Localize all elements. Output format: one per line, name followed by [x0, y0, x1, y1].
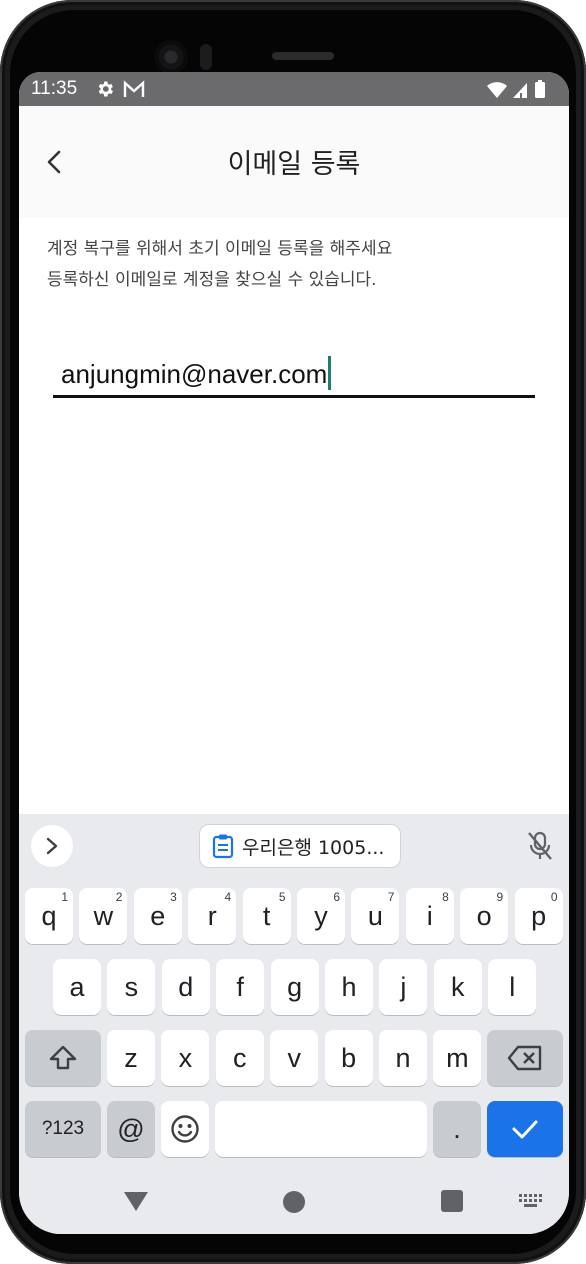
key-y[interactable]: y6	[297, 888, 345, 944]
key-label: p	[531, 900, 547, 931]
chevron-right-icon	[46, 837, 58, 855]
keyboard-expand-button[interactable]	[31, 825, 73, 867]
mic-off-button[interactable]	[525, 830, 555, 862]
key-l[interactable]: l	[488, 959, 537, 1015]
key-k[interactable]: k	[433, 959, 482, 1015]
key-hint: 7	[387, 890, 395, 904]
key-hint: 9	[496, 890, 504, 904]
shift-icon	[49, 1045, 77, 1070]
wifi-icon	[487, 82, 507, 98]
key-o[interactable]: o9	[460, 888, 509, 944]
page-title: 이메일 등록	[227, 149, 361, 180]
nav-home-button[interactable]	[283, 1191, 305, 1213]
period-key[interactable]: .	[433, 1101, 481, 1157]
key-w[interactable]: w2	[79, 888, 128, 944]
triangle-down-icon	[124, 1192, 148, 1211]
key-hint: 3	[170, 890, 177, 904]
key-label: i	[426, 900, 433, 931]
enter-key[interactable]	[487, 1101, 563, 1157]
key-u[interactable]: u7	[351, 888, 400, 944]
key-m[interactable]: m	[433, 1030, 482, 1086]
key-hint: 2	[115, 890, 123, 904]
key-f[interactable]: f	[216, 959, 265, 1015]
emoji-icon	[171, 1115, 199, 1143]
key-label: w	[93, 900, 114, 931]
at-key[interactable]: @	[107, 1101, 155, 1157]
text-caret	[328, 356, 332, 390]
description: 계정 복구를 위해서 초기 이메일 등록을 해주세요 등록하신 이메일로 계정을…	[47, 234, 547, 296]
key-s[interactable]: s	[107, 959, 156, 1015]
key-hint: 1	[61, 890, 68, 904]
space-key[interactable]	[215, 1101, 427, 1157]
description-line-2: 등록하신 이메일로 계정을 찾으실 수 있습니다.	[47, 270, 377, 290]
key-hint: 6	[333, 890, 340, 904]
key-r[interactable]: r4	[188, 888, 237, 944]
front-camera	[154, 40, 188, 74]
key-g[interactable]: g	[270, 959, 319, 1015]
emoji-key[interactable]	[161, 1101, 209, 1157]
clipboard-suggestion[interactable]: 우리은행 1005...	[199, 824, 401, 868]
gmail-icon	[123, 80, 145, 104]
key-z[interactable]: z	[107, 1030, 155, 1086]
symbols-key[interactable]: ?123	[25, 1101, 101, 1157]
key-h[interactable]: h	[325, 959, 373, 1015]
proximity-sensor	[200, 44, 212, 70]
keyboard-icon	[519, 1194, 542, 1207]
key-label: r	[207, 900, 217, 931]
clipboard-icon	[212, 834, 234, 859]
key-label: u	[367, 900, 383, 931]
key-x[interactable]: x	[161, 1030, 210, 1086]
key-label: y	[314, 900, 328, 931]
key-c[interactable]: c	[215, 1030, 264, 1086]
status-time: 11:35	[31, 78, 78, 99]
status-right-icons	[487, 80, 559, 106]
status-bar: 11:35	[19, 72, 569, 106]
mic-off-icon	[528, 831, 552, 860]
navigation-bar	[19, 1174, 569, 1234]
description-line-1: 계정 복구를 위해서 초기 이메일 등록을 해주세요	[47, 239, 393, 259]
key-label: o	[476, 900, 492, 931]
nav-back-button[interactable]	[123, 1190, 149, 1216]
key-e[interactable]: e3	[133, 888, 182, 944]
key-label: e	[150, 900, 166, 931]
key-hint: 5	[278, 890, 286, 904]
email-value: anjungmin@naver.com	[61, 359, 328, 389]
key-a[interactable]: a	[53, 959, 101, 1015]
backspace-key[interactable]	[487, 1030, 563, 1086]
battery-icon	[535, 80, 545, 98]
key-i[interactable]: i8	[405, 888, 454, 944]
email-input-text[interactable]: anjungmin@naver.com	[61, 356, 332, 390]
backspace-icon	[507, 1045, 542, 1071]
soft-keyboard: 우리은행 1005... q1w2e3r4t5y6u7i8o9p0 asdfgh…	[19, 814, 569, 1234]
key-n[interactable]: n	[379, 1030, 427, 1086]
keyboard-switch-button[interactable]	[519, 1194, 543, 1214]
key-v[interactable]: v	[270, 1030, 319, 1086]
key-hint: 0	[550, 890, 558, 904]
gear-icon	[95, 79, 115, 105]
key-d[interactable]: d	[161, 959, 210, 1015]
shift-key[interactable]	[25, 1030, 101, 1086]
checkmark-icon	[512, 1120, 538, 1139]
email-field[interactable]: anjungmin@naver.com	[53, 348, 535, 398]
key-label: t	[262, 900, 271, 931]
key-label: q	[41, 900, 57, 931]
keyboard-toolbar: 우리은행 1005...	[19, 814, 569, 878]
key-hint: 8	[442, 890, 449, 904]
app-bar: 이메일 등록	[19, 106, 569, 218]
key-t[interactable]: t5	[242, 888, 291, 944]
nav-recents-button[interactable]	[441, 1190, 463, 1212]
signal-icon	[513, 83, 527, 98]
key-hint: 4	[224, 890, 232, 904]
key-b[interactable]: b	[324, 1030, 373, 1086]
earpiece-speaker	[272, 52, 334, 60]
key-q[interactable]: q1	[25, 888, 73, 944]
key-p[interactable]: p0	[514, 888, 563, 944]
clipboard-text: 우리은행 1005...	[242, 836, 385, 859]
key-j[interactable]: j	[379, 959, 428, 1015]
screen: 11:35 이메일 등록 계정 복구를 위해서 초기 이메일 등록을 해주세요 …	[19, 72, 569, 1234]
